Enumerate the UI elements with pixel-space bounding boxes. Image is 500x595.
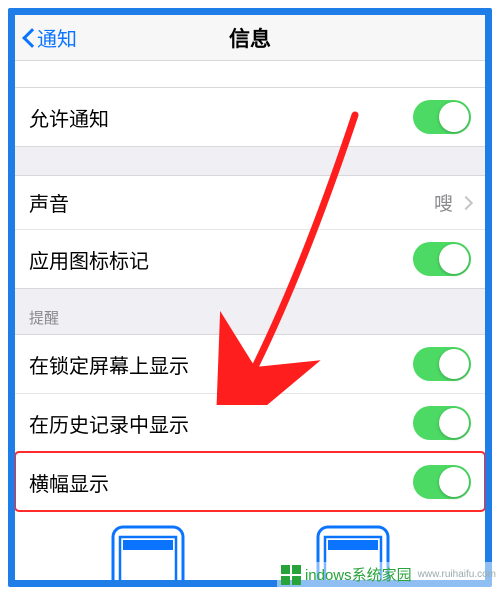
row-label: 声音 — [29, 188, 69, 217]
row-badge[interactable]: 应用图标标记 — [15, 229, 485, 288]
banner-style-options: 临时 持续 — [15, 511, 485, 587]
back-label: 通知 — [37, 23, 77, 52]
banner-option-persistent[interactable]: 持续 — [316, 525, 390, 587]
group-alerts: 在锁定屏幕上显示 在历史记录中显示 横幅显示 — [15, 334, 485, 587]
lock-screen-toggle[interactable] — [413, 347, 471, 381]
group-allow: 允许通知 — [15, 87, 485, 147]
alerts-section-header: 提醒 — [15, 289, 485, 334]
banners-toggle[interactable] — [413, 465, 471, 499]
badge-toggle[interactable] — [413, 242, 471, 276]
allow-notifications-toggle[interactable] — [413, 100, 471, 134]
row-history[interactable]: 在历史记录中显示 — [15, 393, 485, 452]
banner-option-temporary[interactable]: 临时 — [111, 525, 185, 587]
row-sound[interactable]: 声音 嗖 — [15, 176, 485, 229]
settings-content: 允许通知 声音 嗖 应用图标标记 提醒 在锁定屏幕上显示 — [15, 87, 485, 587]
row-label: 在锁定屏幕上显示 — [29, 350, 189, 379]
row-label: 在历史记录中显示 — [29, 409, 189, 438]
row-allow-notifications[interactable]: 允许通知 — [15, 88, 485, 146]
row-label: 横幅显示 — [29, 468, 109, 497]
back-button[interactable]: 通知 — [15, 23, 77, 52]
history-toggle[interactable] — [413, 406, 471, 440]
row-banners[interactable]: 横幅显示 — [15, 452, 485, 511]
screenshot-frame: 通知 信息 允许通知 声音 嗖 应用图标标记 提醒 — [8, 8, 492, 587]
chevron-left-icon — [21, 27, 35, 49]
row-label: 应用图标标记 — [29, 245, 149, 274]
phone-temporary-icon — [111, 525, 185, 587]
page-title: 信息 — [15, 23, 485, 53]
row-label: 允许通知 — [29, 103, 109, 132]
phone-persistent-icon — [316, 525, 390, 587]
nav-bar: 通知 信息 — [15, 15, 485, 61]
row-lock-screen[interactable]: 在锁定屏幕上显示 — [15, 335, 485, 393]
group-sound: 声音 嗖 应用图标标记 — [15, 175, 485, 289]
chevron-right-icon — [459, 195, 473, 209]
sound-value: 嗖 — [434, 189, 471, 216]
